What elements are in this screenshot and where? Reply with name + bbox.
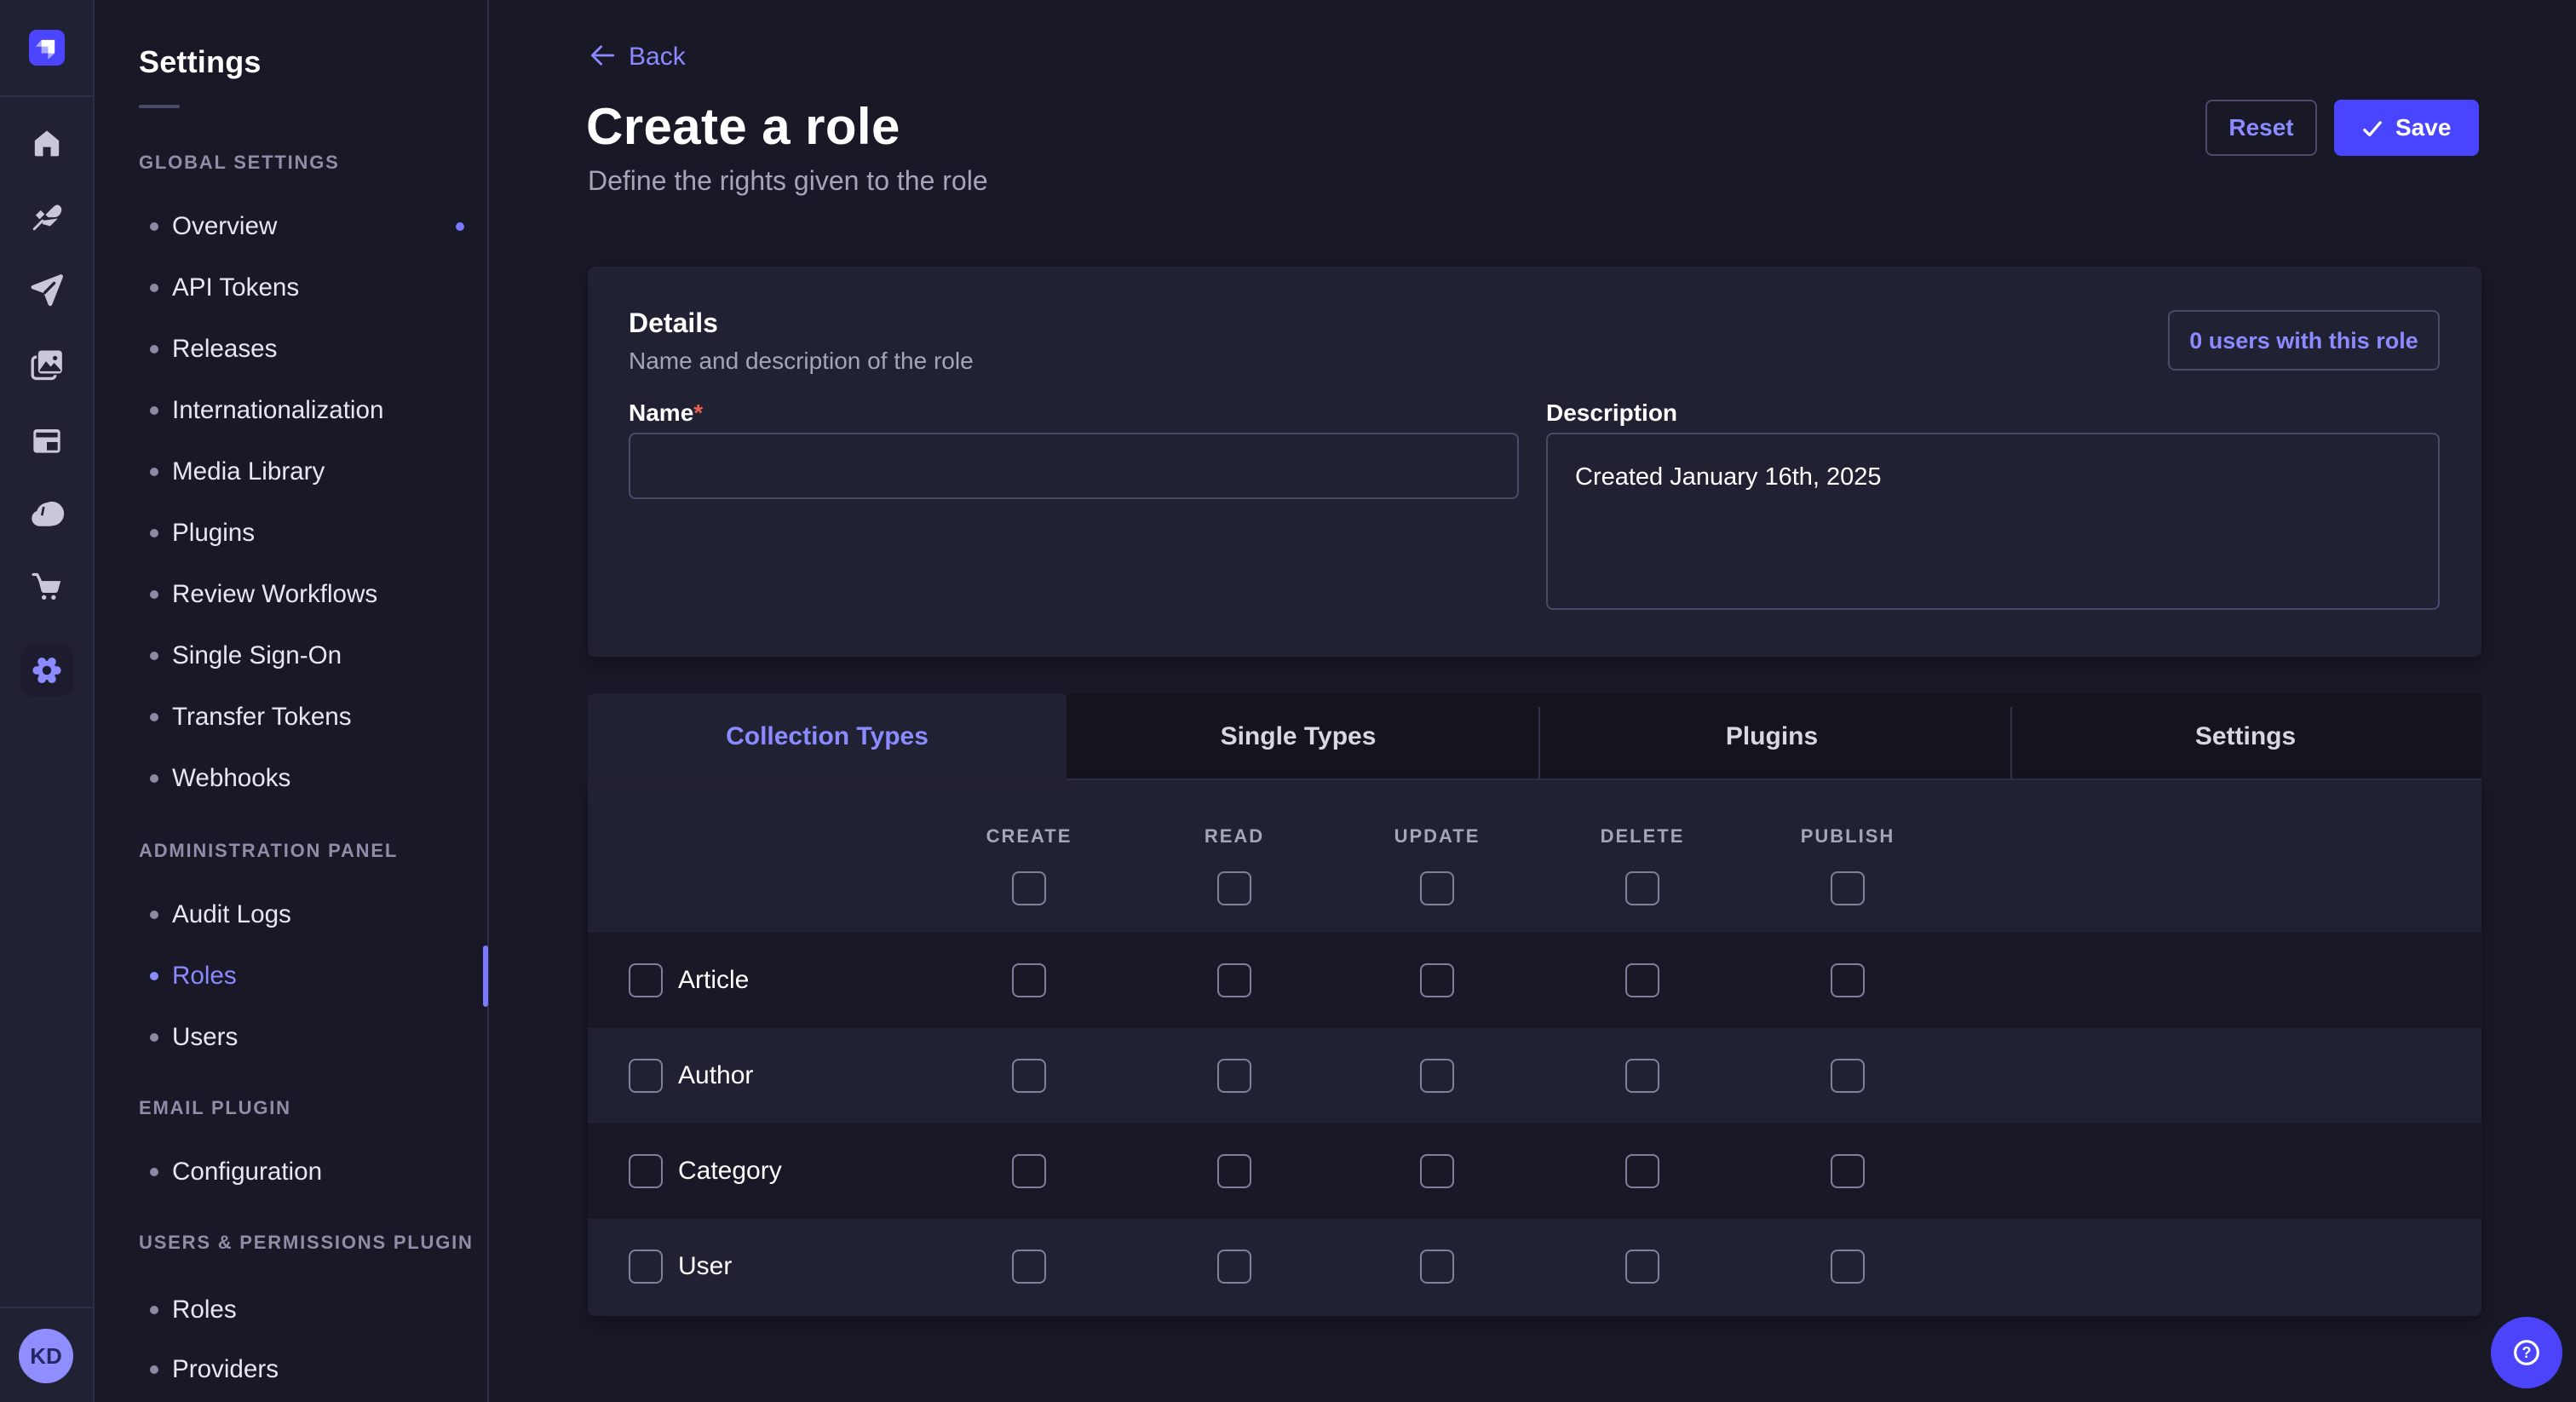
svg-text:?: ?	[2522, 1344, 2532, 1361]
